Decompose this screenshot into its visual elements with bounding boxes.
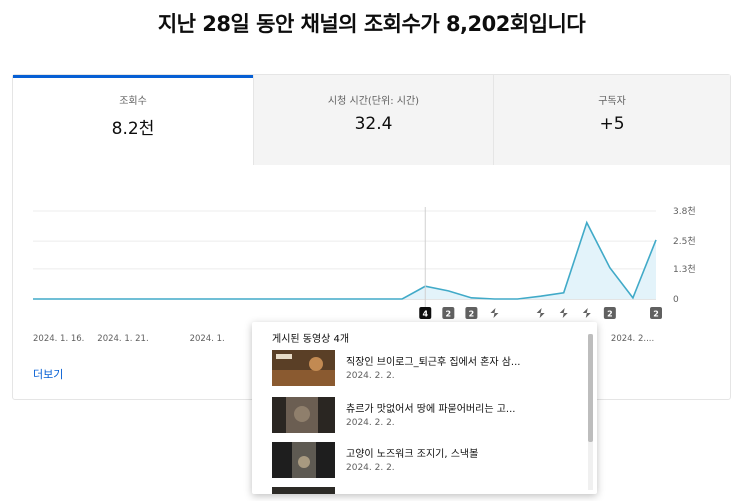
video-item[interactable] xyxy=(272,487,572,494)
popup-scrollbar-thumb[interactable] xyxy=(588,334,593,442)
popup-title: 게시된 동영상 4개 xyxy=(272,334,350,345)
shorts-icon xyxy=(488,307,501,319)
video-count-marker: 2 xyxy=(603,307,616,319)
x-tick-label: 2024. 2.... xyxy=(611,334,654,344)
more-link[interactable]: 더보기 xyxy=(33,366,63,382)
marker-count: 2 xyxy=(446,310,452,319)
y-tick-label: 3.8천 xyxy=(673,206,696,217)
video-date: 2024. 2. 2. xyxy=(346,418,395,428)
video-thumbnail xyxy=(272,487,335,494)
shorts-icon xyxy=(580,307,593,319)
video-thumbnail xyxy=(272,442,335,478)
marker-box xyxy=(488,307,501,319)
x-tick-label: 2024. 1. 16. xyxy=(33,334,84,344)
video-item[interactable]: 고양이 노즈워크 조지기, 스낵볼 2024. 2. 2. xyxy=(272,442,572,478)
marker-box xyxy=(557,307,570,319)
published-videos-popup: 게시된 동영상 4개 직장인 브이로그_퇴근후 집에서 혼자 삼... 2024… xyxy=(252,322,597,494)
video-thumbnail xyxy=(272,397,335,433)
video-count-marker: 2 xyxy=(442,307,455,319)
series-area xyxy=(33,222,656,299)
video-date: 2024. 2. 2. xyxy=(346,463,395,473)
shorts-icon xyxy=(557,307,570,319)
marker-count: 2 xyxy=(607,310,613,319)
y-tick-label: 2.5천 xyxy=(673,236,696,247)
video-item[interactable]: 츄르가 맛없어서 땅에 파묻어버리는 고... 2024. 2. 2. xyxy=(272,397,572,433)
video-count-marker: 4 xyxy=(419,307,432,319)
marker-box xyxy=(534,307,547,319)
x-tick-label: 2024. 1. 21. xyxy=(97,334,148,344)
marker-count: 2 xyxy=(653,310,659,319)
shorts-icon xyxy=(534,307,547,319)
marker-count: 2 xyxy=(469,310,475,319)
marker-count: 4 xyxy=(422,310,428,319)
video-title: 츄르가 맛없어서 땅에 파묻어버리는 고... xyxy=(346,404,516,415)
video-date: 2024. 2. 2. xyxy=(346,371,395,381)
x-tick-label: 2024. 1. xyxy=(190,334,225,344)
y-tick-label: 0 xyxy=(673,295,679,305)
page-headline: 지난 28일 동안 채널의 조회수가 8,202회입니다 xyxy=(157,12,586,36)
views-chart: 3.8천 2.5천 1.3천 0 2024. 1. 16. 2024. 1. 21. 20… xyxy=(33,206,696,344)
video-title: 고양이 노즈워크 조지기, 스낵볼 xyxy=(346,449,479,460)
video-title: 직장인 브이로그_퇴근후 집에서 혼자 삼... xyxy=(346,357,521,368)
video-thumbnail xyxy=(272,350,335,386)
video-item[interactable]: 직장인 브이로그_퇴근후 집에서 혼자 삼... 2024. 2. 2. xyxy=(272,350,572,386)
marker-box xyxy=(580,307,593,319)
y-tick-label: 1.3천 xyxy=(673,264,696,275)
series-line xyxy=(33,220,657,300)
video-count-marker: 2 xyxy=(465,307,478,319)
video-count-marker: 2 xyxy=(650,307,662,319)
